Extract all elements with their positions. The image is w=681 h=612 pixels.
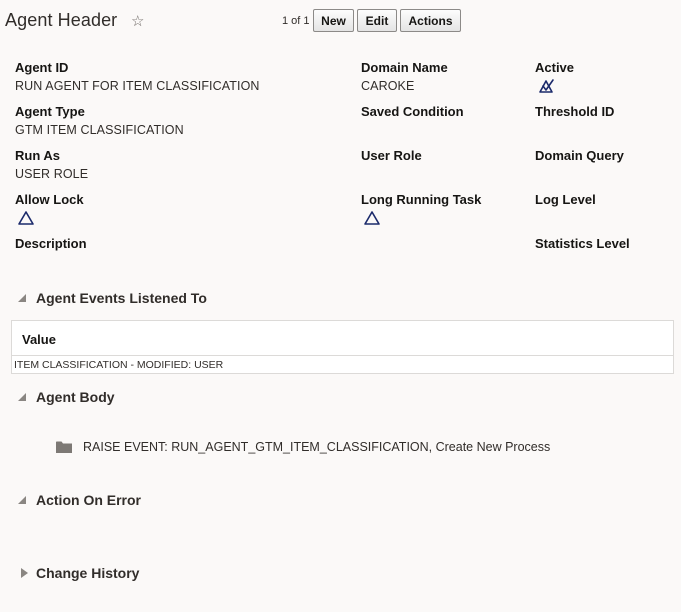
record-pager: 1 of 1 (282, 15, 310, 27)
new-button[interactable]: New (313, 9, 354, 32)
expand-triangle-icon (21, 568, 28, 578)
section-change-history-title: Change History (36, 565, 140, 581)
saved-condition-label: Saved Condition (361, 104, 464, 119)
domain-name-label: Domain Name (361, 60, 448, 75)
collapse-triangle-icon (18, 294, 26, 302)
section-action-on-error[interactable]: Action On Error (17, 492, 141, 508)
page-title: Agent Header (5, 10, 118, 30)
actions-button[interactable]: Actions (400, 9, 461, 32)
description-label: Description (15, 236, 87, 251)
run-as-value: USER ROLE (15, 167, 89, 181)
favorite-star-icon[interactable]: ☆ (131, 12, 144, 30)
log-level-label: Log Level (535, 192, 596, 207)
domain-query-label: Domain Query (535, 148, 624, 163)
collapse-triangle-icon (18, 393, 26, 401)
threshold-id-label: Threshold ID (535, 104, 615, 119)
agent-body-item[interactable]: RAISE EVENT: RUN_AGENT_GTM_ITEM_CLASSIFI… (55, 440, 550, 454)
table-row[interactable]: ITEM CLASSIFICATION - MODIFIED: USER (12, 357, 673, 374)
allow-lock-unchecked-icon (18, 211, 34, 225)
agent-events-table: Value ITEM CLASSIFICATION - MODIFIED: US… (11, 320, 674, 374)
agent-id-value: RUN AGENT FOR ITEM CLASSIFICATION (15, 79, 260, 93)
active-checked-icon (539, 79, 554, 93)
section-agent-events[interactable]: Agent Events Listened To (17, 290, 207, 306)
section-agent-events-title: Agent Events Listened To (36, 290, 207, 306)
run-as-label: Run As (15, 148, 61, 163)
section-agent-body-title: Agent Body (36, 389, 115, 405)
collapse-triangle-icon (18, 496, 26, 504)
domain-name-value: CAROKE (361, 79, 415, 93)
statistics-level-label: Statistics Level (535, 236, 630, 251)
section-change-history[interactable]: Change History (20, 565, 139, 581)
folder-icon (56, 441, 72, 453)
active-label: Active (535, 60, 575, 75)
edit-button[interactable]: Edit (357, 9, 397, 32)
column-header-value[interactable]: Value (12, 321, 673, 356)
long-running-task-label: Long Running Task (361, 192, 482, 207)
user-role-label: User Role (361, 148, 422, 163)
allow-lock-label: Allow Lock (15, 192, 84, 207)
long-running-task-unchecked-icon (364, 211, 380, 225)
agent-id-label: Agent ID (15, 60, 69, 75)
section-action-on-error-title: Action On Error (36, 492, 142, 508)
section-agent-body[interactable]: Agent Body (17, 389, 115, 405)
agent-type-label: Agent Type (15, 104, 85, 119)
agent-body-item-text: RAISE EVENT: RUN_AGENT_GTM_ITEM_CLASSIFI… (83, 440, 551, 454)
agent-type-value: GTM ITEM CLASSIFICATION (15, 123, 184, 137)
